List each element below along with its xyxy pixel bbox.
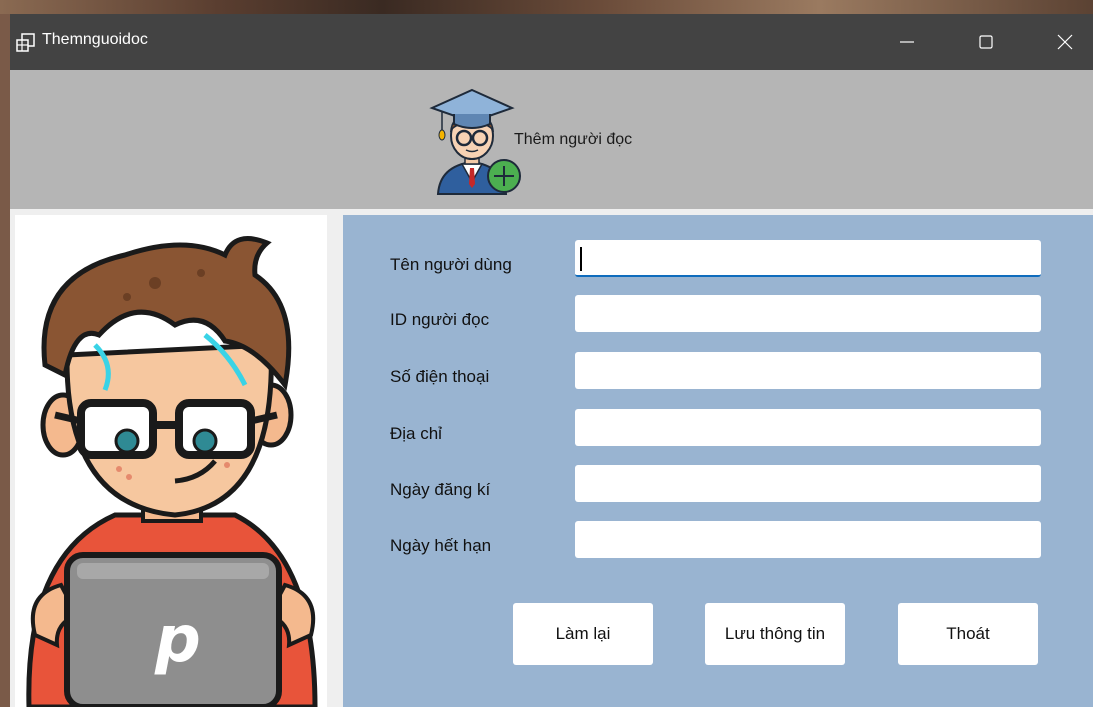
minimize-icon xyxy=(900,41,914,43)
reset-button[interactable]: Làm lại xyxy=(513,603,653,665)
label-phone: Số điện thoại xyxy=(390,367,490,386)
label-reader-id: ID người đọc xyxy=(390,310,490,329)
label-expiry-date: Ngày hết hạn xyxy=(390,536,492,555)
close-icon xyxy=(1057,34,1073,50)
phone-input[interactable] xyxy=(575,352,1041,389)
reader-id-input[interactable] xyxy=(575,295,1041,332)
username-input[interactable] xyxy=(575,240,1041,277)
app-window: Themnguoidoc Thêm người đọc p Tên người … xyxy=(10,14,1093,707)
close-button[interactable] xyxy=(1030,14,1093,70)
laptop-logo-letter: p xyxy=(155,603,201,677)
window-title: Themnguoidoc xyxy=(42,31,148,48)
reader-form: Tên người dùng ID người đọc Số điện thoạ… xyxy=(343,215,1093,707)
maximize-button[interactable] xyxy=(951,14,1021,70)
minimize-button[interactable] xyxy=(872,14,942,70)
address-input[interactable] xyxy=(575,409,1041,446)
maximize-icon xyxy=(979,35,993,49)
registration-date-input[interactable] xyxy=(575,465,1041,502)
window-app-icon xyxy=(15,32,37,54)
label-registration-date: Ngày đăng kí xyxy=(390,480,491,499)
illustration-panel: p xyxy=(15,215,327,707)
exit-button[interactable]: Thoát xyxy=(898,603,1038,665)
text-caret xyxy=(580,247,582,271)
expiry-date-input[interactable] xyxy=(575,521,1041,558)
graduate-add-user-icon xyxy=(429,88,521,195)
header-banner: Thêm người đọc xyxy=(10,70,1093,209)
page-title: Thêm người đọc xyxy=(514,131,633,148)
title-bar[interactable]: Themnguoidoc xyxy=(10,14,1093,70)
label-username: Tên người dùng xyxy=(390,255,512,274)
desktop-background xyxy=(0,0,1093,14)
label-address: Địa chỉ xyxy=(390,424,442,443)
save-button[interactable]: Lưu thông tin xyxy=(705,603,845,665)
